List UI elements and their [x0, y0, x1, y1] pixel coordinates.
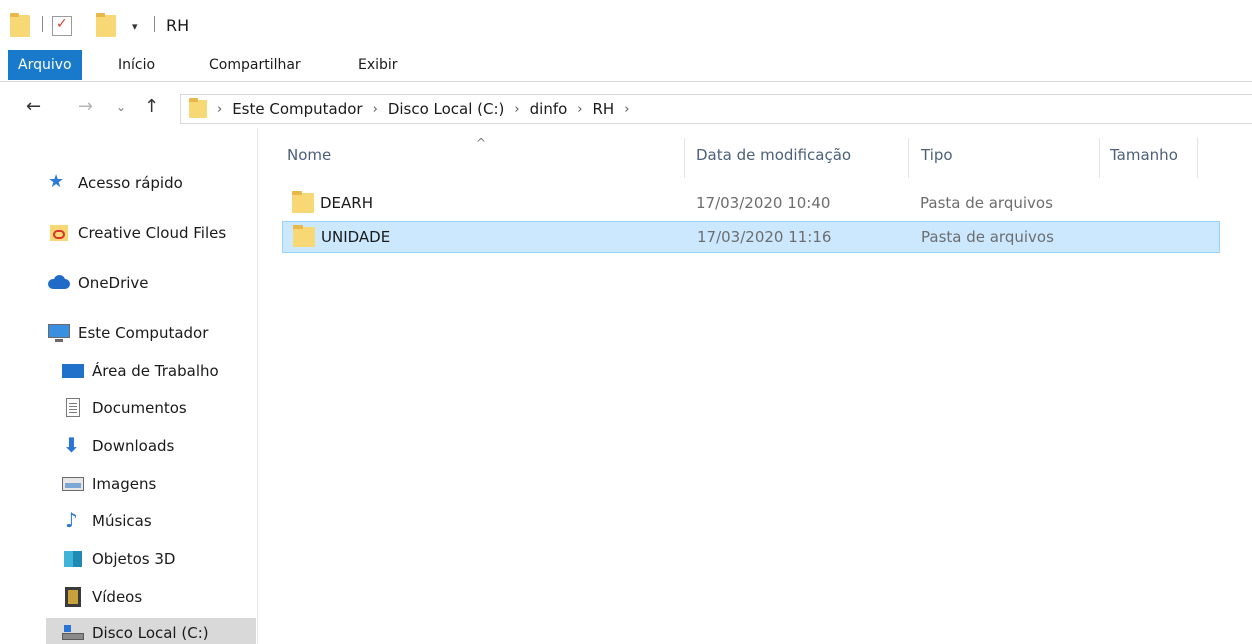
address-folder-icon: [189, 98, 207, 118]
folder-icon: [10, 13, 30, 38]
new-folder-icon[interactable]: [96, 13, 116, 38]
navigation-bar: ← → ⌄ ↑ › Este Computador › Disco Local …: [0, 88, 1252, 128]
tab-arquivo[interactable]: Arquivo: [8, 50, 82, 80]
breadcrumb-rh[interactable]: RH: [592, 100, 614, 118]
back-arrow-icon[interactable]: ←: [26, 96, 41, 117]
sidebar-item-label: Vídeos: [92, 588, 143, 606]
image-icon: [62, 474, 84, 494]
sort-ascending-icon: ^: [476, 136, 487, 150]
file-modified: 17/03/2020 11:16: [697, 228, 832, 246]
sidebar-item-documentos[interactable]: Documentos: [62, 393, 187, 423]
sidebar-item-label: Músicas: [92, 512, 152, 530]
sidebar-item-label: Downloads: [92, 437, 175, 455]
address-bar[interactable]: › Este Computador › Disco Local (C:) › d…: [180, 94, 1252, 124]
sidebar-item-disco-local[interactable]: Disco Local (C:): [46, 618, 256, 644]
tab-exibir[interactable]: Exibir: [358, 50, 398, 80]
chevron-right-icon[interactable]: ›: [373, 102, 378, 117]
title-divider: [154, 16, 155, 32]
folder-icon: [293, 225, 315, 247]
sidebar-item-label: Creative Cloud Files: [78, 224, 227, 242]
desktop-icon: [62, 361, 84, 381]
navigation-pane: ★ Acesso rápido Creative Cloud Files One…: [0, 128, 258, 644]
sidebar-item-acesso-rapido[interactable]: ★ Acesso rápido: [48, 168, 183, 198]
column-header-name[interactable]: Nome: [287, 146, 331, 164]
column-divider[interactable]: [1099, 138, 1100, 178]
recent-locations-chevron-icon[interactable]: ⌄: [116, 100, 126, 114]
sidebar-item-label: OneDrive: [78, 274, 149, 292]
drive-icon: [62, 623, 84, 643]
forward-arrow-icon[interactable]: →: [78, 96, 93, 117]
customize-toolbar-icon[interactable]: ▾: [132, 14, 138, 38]
ribbon-tabs: Arquivo Início Compartilhar Exibir: [0, 48, 1252, 82]
music-note-icon: ♪: [65, 508, 78, 532]
chevron-right-icon[interactable]: ›: [577, 102, 582, 117]
properties-icon[interactable]: [52, 14, 72, 38]
column-header-modified[interactable]: Data de modificação: [696, 146, 851, 164]
sidebar-item-videos[interactable]: Vídeos: [62, 582, 142, 612]
file-type: Pasta de arquivos: [921, 228, 1054, 246]
creative-cloud-icon: [48, 223, 70, 243]
file-modified: 17/03/2020 10:40: [696, 194, 831, 212]
sidebar-item-creative-cloud[interactable]: Creative Cloud Files: [48, 218, 226, 248]
quick-access-divider: [42, 16, 43, 32]
file-name: DEARH: [320, 194, 373, 212]
column-divider[interactable]: [908, 138, 909, 178]
sidebar-item-downloads[interactable]: ⬇ Downloads: [62, 431, 174, 461]
window-title: RH: [166, 16, 190, 35]
file-name: UNIDADE: [321, 228, 391, 246]
column-divider[interactable]: [684, 138, 685, 178]
sidebar-item-este-computador[interactable]: Este Computador: [48, 318, 208, 348]
sidebar-item-area-de-trabalho[interactable]: Área de Trabalho: [62, 356, 219, 386]
sidebar-item-onedrive[interactable]: OneDrive: [48, 268, 149, 298]
sidebar-item-label: Documentos: [92, 399, 187, 417]
file-type: Pasta de arquivos: [920, 194, 1053, 212]
sidebar-item-label: Este Computador: [78, 324, 209, 342]
sidebar-item-musicas[interactable]: ♪ Músicas: [62, 506, 152, 536]
file-row-dearh[interactable]: DEARH 17/03/2020 10:40 Pasta de arquivos: [282, 188, 1220, 220]
title-bar: ▾ RH: [0, 0, 1252, 48]
column-header-size[interactable]: Tamanho: [1110, 146, 1178, 164]
sidebar-item-label: Área de Trabalho: [92, 362, 219, 380]
breadcrumb-este-computador[interactable]: Este Computador: [232, 100, 362, 118]
sidebar-item-label: Disco Local (C:): [92, 624, 209, 642]
chevron-right-icon[interactable]: ›: [514, 102, 519, 117]
breadcrumb-disco-local[interactable]: Disco Local (C:): [388, 100, 505, 118]
sidebar-item-label: Imagens: [92, 475, 157, 493]
file-row-unidade[interactable]: UNIDADE 17/03/2020 11:16 Pasta de arquiv…: [282, 221, 1220, 253]
film-icon: [62, 587, 84, 607]
breadcrumb-dinfo[interactable]: dinfo: [530, 100, 568, 118]
sidebar-item-imagens[interactable]: Imagens: [62, 469, 156, 499]
sidebar-item-label: Objetos 3D: [92, 550, 176, 568]
sidebar-item-label: Acesso rápido: [78, 174, 183, 192]
tab-inicio[interactable]: Início: [118, 50, 155, 80]
cube-icon: [62, 549, 84, 569]
star-icon: ★: [48, 171, 65, 192]
up-arrow-icon[interactable]: ↑: [144, 96, 159, 117]
monitor-icon: [48, 323, 70, 343]
chevron-right-icon[interactable]: ›: [624, 102, 629, 117]
download-arrow-icon: ⬇: [63, 433, 80, 457]
column-divider[interactable]: [1197, 138, 1198, 178]
chevron-right-icon[interactable]: ›: [217, 102, 222, 117]
folder-icon: [292, 191, 314, 213]
column-header-type[interactable]: Tipo: [921, 146, 953, 164]
document-icon: [62, 398, 84, 418]
sidebar-item-objetos-3d[interactable]: Objetos 3D: [62, 544, 175, 574]
cloud-icon: [48, 273, 70, 293]
tab-compartilhar[interactable]: Compartilhar: [209, 50, 301, 80]
